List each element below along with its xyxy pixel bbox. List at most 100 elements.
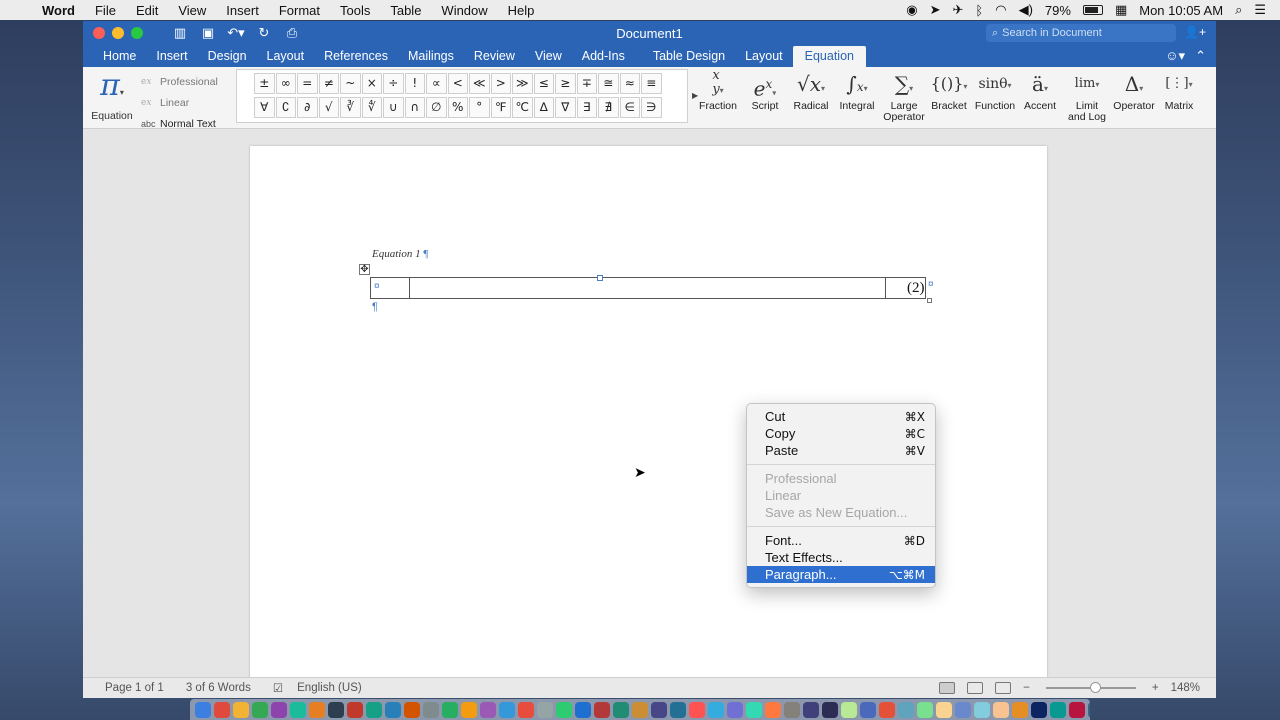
- symbol-button[interactable]: ∜: [361, 97, 382, 118]
- draft-view-icon[interactable]: [995, 682, 1012, 694]
- tab-view[interactable]: View: [525, 49, 572, 67]
- symbol-button[interactable]: ∇: [555, 97, 576, 118]
- symbol-button[interactable]: ÷: [383, 73, 404, 94]
- search-box[interactable]: ⌕: [986, 24, 1176, 42]
- dock-app-icon[interactable]: [822, 701, 838, 718]
- symbol-button[interactable]: ×: [361, 73, 382, 94]
- symbol-button[interactable]: ≈: [619, 73, 640, 94]
- matrix-button[interactable]: [⋮]▾ Matrix: [1159, 69, 1199, 112]
- dock-app-icon[interactable]: [594, 701, 610, 718]
- symbol-button[interactable]: ≤: [533, 73, 554, 94]
- symbol-button[interactable]: ∩: [404, 97, 425, 118]
- insert-equation-button[interactable]: π▾ Equation: [89, 69, 135, 123]
- dock-app-icon[interactable]: [195, 701, 211, 718]
- bracket-button[interactable]: {()}▾ Bracket: [929, 69, 969, 112]
- symbol-button[interactable]: ≫: [512, 73, 533, 94]
- clock[interactable]: Mon 10:05 AM: [1139, 3, 1223, 18]
- symbol-button[interactable]: ≥: [555, 73, 576, 94]
- notification-center-icon[interactable]: ☰: [1254, 2, 1266, 18]
- dock-app-icon[interactable]: [556, 701, 572, 718]
- dock-app-icon[interactable]: [860, 701, 876, 718]
- symbol-button[interactable]: ≅: [598, 73, 619, 94]
- dock-app-icon[interactable]: [252, 701, 268, 718]
- tab-references[interactable]: References: [314, 49, 398, 67]
- dock-app-icon[interactable]: [233, 701, 249, 718]
- equation-table[interactable]: ¤ (2) ¤: [370, 275, 934, 299]
- calendar-icon[interactable]: ▦: [1115, 2, 1127, 18]
- symbol-button[interactable]: ≠: [318, 73, 339, 94]
- menu-view[interactable]: View: [168, 3, 216, 18]
- dock-app-icon[interactable]: [879, 701, 895, 718]
- dock-app-icon[interactable]: [537, 701, 553, 718]
- dock-app-icon[interactable]: [575, 701, 591, 718]
- fraction-button[interactable]: x y▾ Fraction: [697, 69, 739, 112]
- symbol-button[interactable]: ℃: [512, 97, 533, 118]
- dock-app-icon[interactable]: [1088, 701, 1090, 718]
- symbol-button[interactable]: ~: [340, 73, 361, 94]
- symbol-button[interactable]: ≡: [641, 73, 662, 94]
- dock-app-icon[interactable]: [651, 701, 667, 718]
- tab-design[interactable]: Design: [198, 49, 257, 67]
- symbol-button[interactable]: =: [297, 73, 318, 94]
- equation-handle-icon[interactable]: [597, 275, 603, 281]
- word-count[interactable]: 3 of 6 Words: [186, 682, 251, 694]
- dock-app-icon[interactable]: [442, 701, 458, 718]
- save-icon[interactable]: ▣: [199, 25, 217, 41]
- zoom-out-icon[interactable]: −: [1023, 682, 1030, 694]
- symbol-button[interactable]: %: [447, 97, 468, 118]
- dock-app-icon[interactable]: [271, 701, 287, 718]
- language[interactable]: English (US): [297, 682, 362, 694]
- dock-app-icon[interactable]: [746, 701, 762, 718]
- menu-item-font[interactable]: Font... ⌘D: [747, 532, 935, 549]
- dock-app-icon[interactable]: [955, 701, 971, 718]
- volume-icon[interactable]: ◀): [1019, 2, 1033, 18]
- menu-item-paragraph[interactable]: Paragraph... ⌥⌘M: [747, 566, 935, 583]
- page-count[interactable]: Page 1 of 1: [105, 682, 164, 694]
- zoom-window-button[interactable]: [131, 27, 143, 39]
- integral-button[interactable]: ∫x▾ Integral: [835, 69, 879, 112]
- dock-app-icon[interactable]: [1012, 701, 1028, 718]
- wifi-icon[interactable]: ◠: [995, 2, 1006, 18]
- dock-app-icon[interactable]: [898, 701, 914, 718]
- dock-app-icon[interactable]: [1031, 701, 1047, 718]
- menu-window[interactable]: Window: [431, 3, 497, 18]
- share-icon[interactable]: 👤+: [1184, 25, 1206, 39]
- symbol-button[interactable]: ∄: [598, 97, 619, 118]
- symbol-button[interactable]: ∋: [641, 97, 662, 118]
- limit-and-log-button[interactable]: lim▾ Limit and Log: [1063, 69, 1111, 123]
- dock-app-icon[interactable]: [765, 701, 781, 718]
- dock-app-icon[interactable]: [1050, 701, 1066, 718]
- menu-tools[interactable]: Tools: [330, 3, 380, 18]
- symbol-button[interactable]: °: [469, 97, 490, 118]
- tab-add-ins[interactable]: Add-Ins: [572, 49, 635, 67]
- dock-app-icon[interactable]: [613, 701, 629, 718]
- tab-mailings[interactable]: Mailings: [398, 49, 464, 67]
- dock-app-icon[interactable]: [632, 701, 648, 718]
- equation-caption[interactable]: Equation 1 ¶: [372, 248, 428, 260]
- menu-item-text-effects[interactable]: Text Effects...: [747, 549, 935, 566]
- symbol-button[interactable]: ∞: [275, 73, 296, 94]
- script-button[interactable]: ex▾ Script: [743, 69, 787, 112]
- zoom-slider-knob[interactable]: [1089, 682, 1101, 693]
- tab-layout[interactable]: Layout: [257, 49, 315, 67]
- symbol-button[interactable]: ∂: [297, 97, 318, 118]
- symbol-button[interactable]: ∆: [533, 97, 554, 118]
- menu-format[interactable]: Format: [269, 3, 330, 18]
- document-canvas[interactable]: Equation 1 ¶ ✥ ¤ (2) ¤ ¶ Cut ⌘X Copy ⌘C Pa…: [83, 129, 1216, 686]
- symbol-button[interactable]: ∀: [254, 97, 275, 118]
- tab-table-layout[interactable]: Layout: [735, 49, 793, 67]
- menu-help[interactable]: Help: [498, 3, 545, 18]
- tab-table-design[interactable]: Table Design: [643, 49, 735, 67]
- dock-app-icon[interactable]: [1069, 701, 1085, 718]
- dock-app-icon[interactable]: [917, 701, 933, 718]
- symbol-button[interactable]: ℉: [490, 97, 511, 118]
- web-layout-view-icon[interactable]: [967, 682, 984, 694]
- radical-button[interactable]: √x▾ Radical: [789, 69, 833, 112]
- operator-button[interactable]: Δ▾ Operator: [1111, 69, 1157, 112]
- bluetooth-icon[interactable]: ᛒ: [975, 3, 983, 18]
- dock-app-icon[interactable]: [784, 701, 800, 718]
- record-icon[interactable]: ◉: [906, 2, 917, 18]
- dock-app-icon[interactable]: [480, 701, 496, 718]
- menu-insert[interactable]: Insert: [216, 3, 269, 18]
- search-input[interactable]: [1002, 27, 1163, 39]
